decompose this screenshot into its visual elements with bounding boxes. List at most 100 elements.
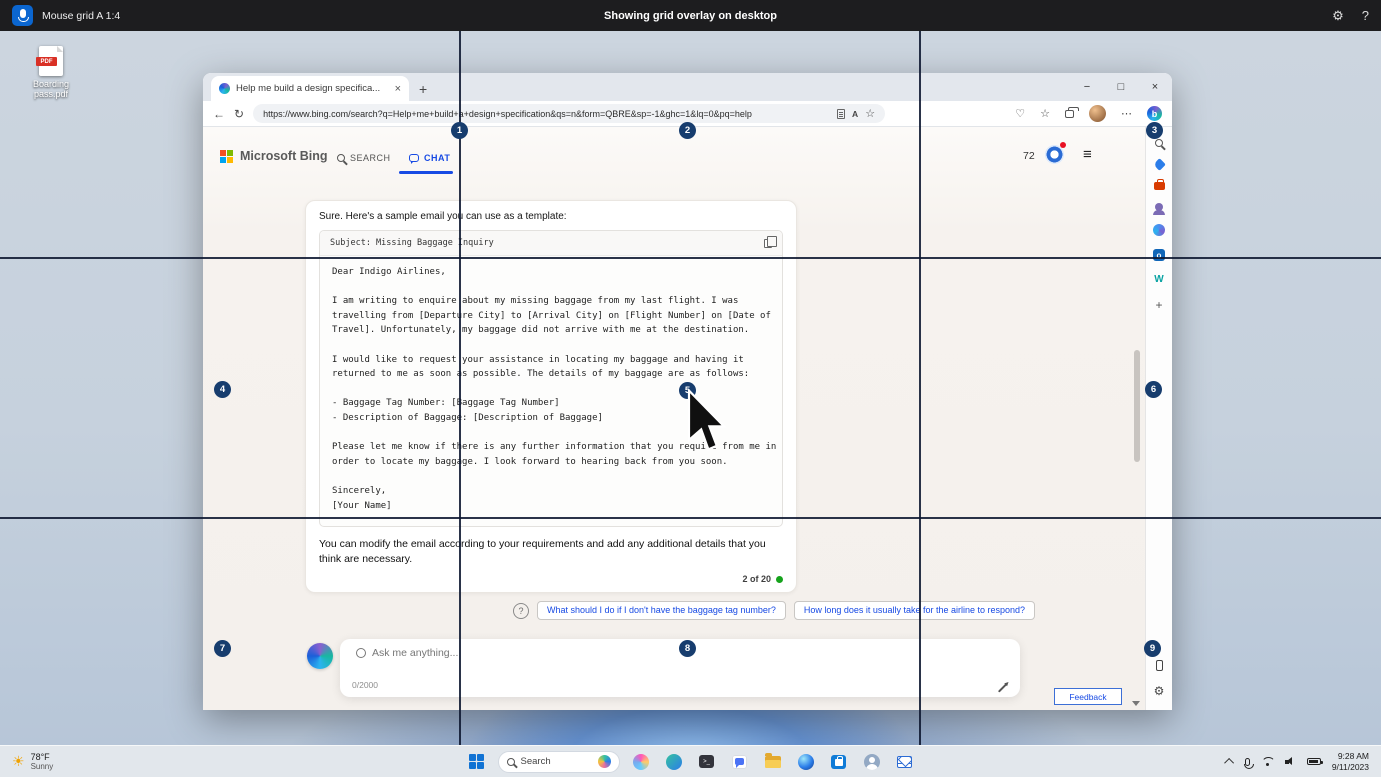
scroll-down-arrow-icon[interactable] (1132, 701, 1140, 706)
bing-logo[interactable]: Microsoft Bing (220, 149, 328, 163)
tab-chat[interactable]: CHAT (409, 153, 450, 163)
back-icon[interactable]: ← (213, 107, 225, 121)
browser-essentials-icon[interactable]: ♡ (1015, 107, 1025, 120)
hamburger-menu-icon[interactable]: ≡ (1083, 146, 1092, 163)
read-aloud-icon[interactable]: A (852, 109, 858, 119)
new-tab-button[interactable]: + (419, 81, 427, 97)
address-bar[interactable]: https://www.bing.com/search?q=Help+me+bu… (253, 104, 885, 123)
notification-dot (1060, 142, 1066, 148)
chat-input[interactable] (372, 643, 802, 663)
maximize-button[interactable]: □ (1104, 73, 1138, 101)
file-explorer-button[interactable] (761, 750, 785, 774)
taskbar-search-icon (507, 758, 515, 766)
outlook-icon[interactable]: o (1153, 249, 1165, 261)
bing-sidebar-icon[interactable] (1147, 106, 1162, 121)
favorites-star-icon[interactable]: ☆ (1040, 107, 1050, 120)
clock-time: 9:28 AM (1338, 751, 1369, 762)
scrollbar-thumb[interactable] (1134, 350, 1140, 462)
grid-number-7: 7 (214, 640, 231, 657)
wifi-icon[interactable] (1261, 757, 1274, 767)
profile-avatar[interactable] (1089, 105, 1106, 122)
tab-search[interactable]: SEARCH (337, 153, 391, 163)
grid-number-2: 2 (679, 122, 696, 139)
email-subject-line: Subject: Missing Baggage Inquiry (330, 238, 494, 248)
microsoft-logo-icon (220, 150, 233, 163)
folder-icon (765, 756, 781, 768)
answer-intro-text: Sure. Here's a sample email you can use … (319, 211, 783, 222)
minimize-button[interactable]: − (1070, 73, 1104, 101)
terminal-icon: >_ (699, 755, 714, 768)
tray-chevron-up-icon[interactable] (1224, 758, 1234, 768)
browser-tab[interactable]: Help me build a design specifica... × (211, 76, 409, 101)
grid-number-5: 5 (679, 382, 696, 399)
response-page-indicator: 2 of 20 (742, 574, 771, 584)
weather-condition: Sunny (31, 762, 54, 772)
people-app-button[interactable] (860, 750, 884, 774)
battery-icon[interactable] (1307, 758, 1321, 765)
url-text: https://www.bing.com/search?q=Help+me+bu… (263, 109, 830, 119)
terminal-app-button[interactable]: >_ (695, 750, 719, 774)
taskbar-clock[interactable]: 9:28 AM 9/11/2023 (1332, 751, 1369, 773)
tray-microphone-icon[interactable] (1245, 758, 1250, 766)
email-body-text: Dear Indigo Airlines, I am writing to en… (320, 256, 782, 526)
copilot-app-button[interactable] (629, 750, 653, 774)
grid-number-4: 4 (214, 381, 231, 398)
weather-temperature: 78°F (31, 752, 54, 762)
games-icon[interactable] (1153, 224, 1165, 236)
copy-icon[interactable] (764, 239, 772, 248)
add-pane-icon[interactable]: + (1155, 298, 1162, 312)
phone-link-icon[interactable] (1156, 660, 1163, 671)
store-icon (831, 755, 846, 769)
weather-widget[interactable]: ☀ 78°F Sunny (0, 752, 65, 772)
pdf-file-icon: PDF (39, 46, 63, 76)
voice-access-bar: Mouse grid A 1:4 Showing grid overlay on… (0, 0, 1381, 31)
microphone-icon[interactable] (12, 5, 33, 26)
bing-chat-avatar[interactable] (307, 643, 333, 669)
refresh-icon[interactable]: ↻ (234, 107, 244, 121)
answer-outro-text: You can modify the email according to yo… (319, 537, 783, 567)
tab-title: Help me build a design specifica... (236, 83, 389, 94)
window-close-button[interactable]: × (1138, 73, 1172, 101)
add-favorite-star-icon[interactable]: ☆ (865, 107, 875, 120)
edge-icon (798, 754, 814, 770)
start-button[interactable] (465, 750, 489, 774)
reading-mode-icon[interactable] (837, 109, 845, 119)
pen-icon[interactable] (998, 683, 1007, 692)
desktop-screen: Mouse grid A 1:4 Showing grid overlay on… (0, 0, 1381, 777)
people-icon[interactable] (1155, 203, 1163, 211)
taskbar-search-box[interactable]: Search (498, 751, 620, 773)
voice-access-status: Showing grid overlay on desktop (604, 10, 777, 22)
character-counter: 0/2000 (352, 680, 378, 690)
edge-dev-app-button[interactable] (662, 750, 686, 774)
suggestion-chip[interactable]: What should I do if I don't have the bag… (537, 601, 786, 620)
page-scrollbar[interactable] (1133, 131, 1140, 694)
edge-browser-button[interactable] (794, 750, 818, 774)
clock-date: 9/11/2023 (1332, 762, 1369, 773)
pdf-badge: PDF (36, 57, 57, 66)
tab-close-icon[interactable]: × (395, 83, 401, 95)
browser-menu-ellipsis-icon[interactable]: ⋯ (1121, 107, 1132, 120)
teams-chat-icon (732, 755, 747, 769)
microsoft-store-button[interactable] (827, 750, 851, 774)
collections-icon[interactable] (1065, 110, 1074, 118)
feedback-button[interactable]: Feedback (1054, 688, 1122, 705)
desktop-icon-boarding-pass[interactable]: PDF Boarding pass.pdf (18, 46, 84, 99)
input-decoration-icon (356, 648, 366, 658)
mail-app-button[interactable] (893, 750, 917, 774)
grid-number-8: 8 (679, 640, 696, 657)
suggestion-chip[interactable]: How long does it usually take for the ai… (794, 601, 1035, 620)
voice-settings-gear-icon[interactable]: ⚙ (1332, 8, 1344, 24)
wikipedia-icon[interactable]: W (1154, 274, 1163, 285)
sidebar-search-icon[interactable] (1155, 139, 1163, 147)
tools-icon[interactable] (1154, 182, 1165, 190)
sidebar-settings-icon[interactable]: ⚙ (1154, 684, 1165, 698)
volume-icon[interactable] (1285, 757, 1296, 767)
voice-help-icon[interactable]: ? (1362, 8, 1369, 24)
shopping-tag-icon[interactable] (1153, 158, 1166, 171)
search-icon (337, 154, 345, 162)
windows-logo-icon (469, 754, 485, 770)
rewards-points[interactable]: 72 (1023, 150, 1035, 162)
grid-number-6: 6 (1145, 381, 1162, 398)
teams-chat-button[interactable] (728, 750, 752, 774)
chat-tab-underline (399, 171, 453, 174)
